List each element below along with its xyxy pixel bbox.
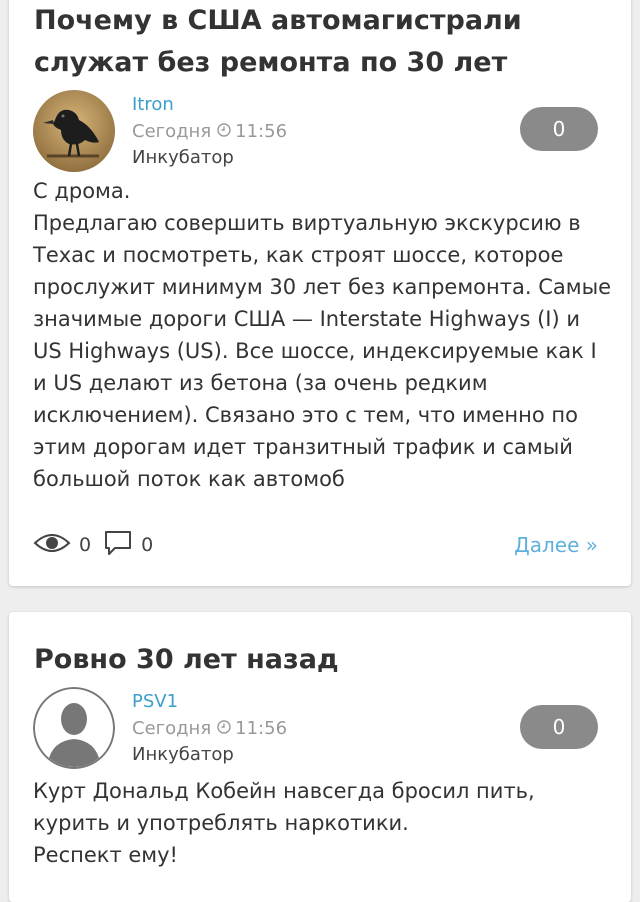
avatar[interactable] xyxy=(33,90,115,172)
views-count: 0 xyxy=(79,534,92,556)
post-title[interactable]: Почему в США автомагистрали служат без р… xyxy=(34,0,594,84)
post-text: С дрома. Предлагаю совершить виртуальную… xyxy=(33,179,612,491)
rating-badge[interactable]: 0 xyxy=(520,705,598,749)
comments-count: 0 xyxy=(141,534,154,556)
post-card: Ровно 30 лет назад PSV1 Сегодня 11:56 Ин… xyxy=(9,612,631,902)
author-link[interactable]: PSV1 xyxy=(132,691,178,712)
category-link[interactable]: Инкубатор xyxy=(132,744,234,765)
time-label: 11:56 xyxy=(235,718,288,739)
post-title[interactable]: Ровно 30 лет назад xyxy=(34,639,594,681)
comment-icon[interactable] xyxy=(103,529,133,562)
post-date: Сегодня 11:56 xyxy=(132,121,287,142)
raven-avatar-icon xyxy=(33,90,115,172)
clock-icon xyxy=(217,121,231,142)
avatar[interactable] xyxy=(33,687,115,769)
author-link[interactable]: Itron xyxy=(132,94,174,115)
date-label: Сегодня xyxy=(132,121,212,142)
default-user-avatar-icon xyxy=(33,687,115,769)
time-label: 11:56 xyxy=(235,121,288,142)
post-date: Сегодня 11:56 xyxy=(132,718,287,739)
eye-icon xyxy=(33,531,71,560)
date-label: Сегодня xyxy=(132,718,212,739)
post-card: Почему в США автомагистрали служат без р… xyxy=(9,0,631,586)
post-text: Курт Дональд Кобейн навсегда бросил пить… xyxy=(33,779,535,867)
category-link[interactable]: Инкубатор xyxy=(132,147,234,168)
clock-icon xyxy=(217,718,231,739)
post-footer: 0 0 Далее » xyxy=(33,530,598,560)
rating-badge[interactable]: 0 xyxy=(520,107,598,151)
read-more-link[interactable]: Далее » xyxy=(514,533,598,557)
